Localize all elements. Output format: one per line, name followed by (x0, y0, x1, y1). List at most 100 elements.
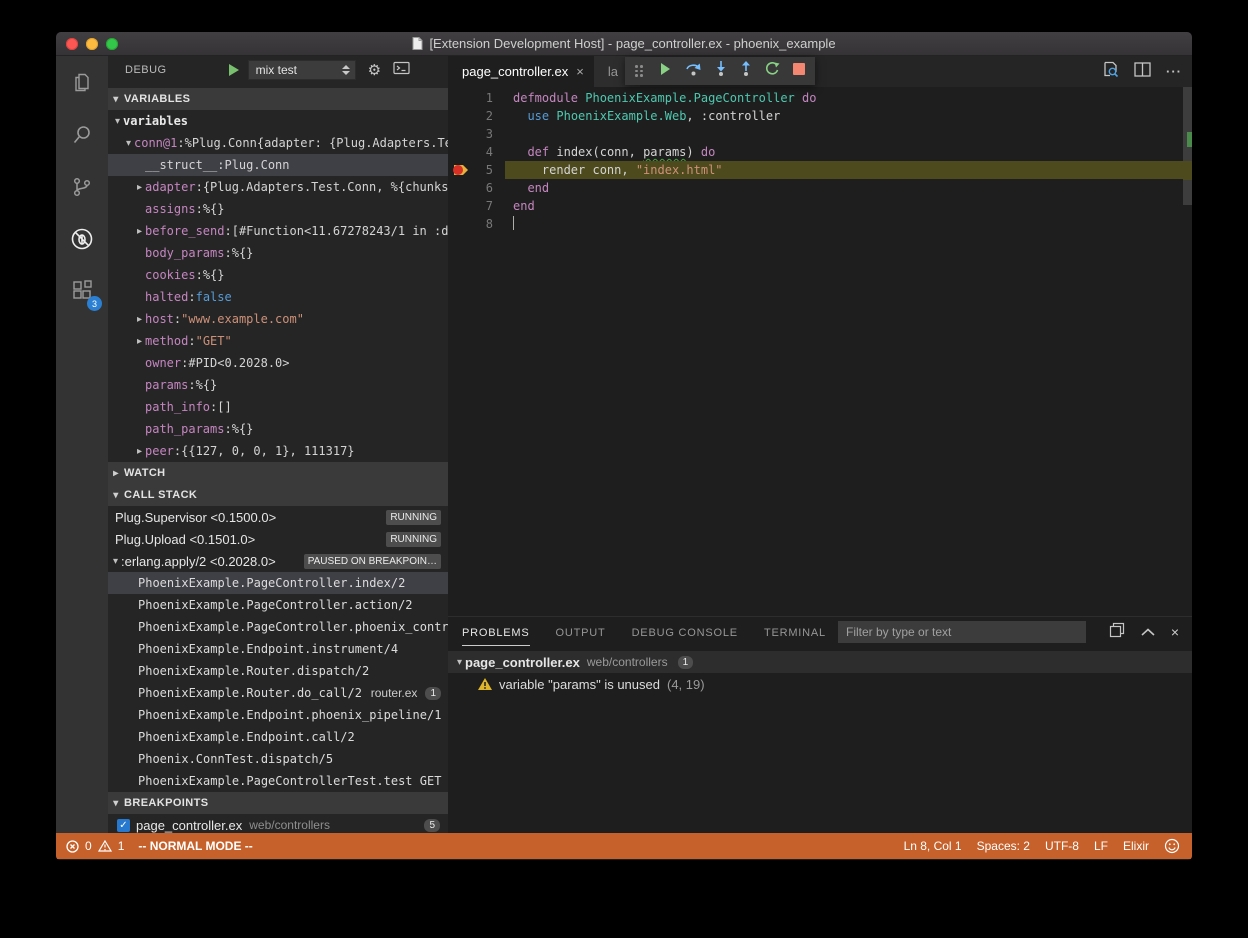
line-gutter[interactable]: 2 (448, 107, 505, 125)
breakpoints-section-header[interactable]: ▾ BREAKPOINTS (108, 792, 448, 814)
variable-row[interactable]: cookies: %{} (108, 264, 448, 286)
line-gutter[interactable]: 6 (448, 179, 505, 197)
variable-row[interactable]: ▸before_send: [#Function<11.67278243/1 i… (108, 220, 448, 242)
step-over-button[interactable] (685, 61, 702, 81)
start-debug-button[interactable] (229, 64, 239, 76)
tab-terminal[interactable]: TERMINAL (764, 619, 826, 645)
encoding[interactable]: UTF-8 (1045, 839, 1079, 853)
drag-handle[interactable] (635, 65, 643, 77)
chevron-down-icon[interactable]: ▾ (123, 138, 134, 149)
split-editor-icon[interactable] (1134, 62, 1151, 82)
close-button[interactable] (66, 38, 78, 50)
callstack-frame-row[interactable]: PhoenixExample.Endpoint.instrument/4 (108, 638, 448, 660)
problem-row[interactable]: variable "params" is unused(4, 19) (448, 673, 1192, 695)
code-line[interactable]: 7end (448, 197, 1192, 215)
cursor-position[interactable]: Ln 8, Col 1 (904, 839, 962, 853)
variable-row[interactable]: path_info: [] (108, 396, 448, 418)
step-out-button[interactable] (740, 61, 752, 81)
restart-button[interactable] (765, 61, 780, 81)
tab-page-controller[interactable]: page_controller.ex × (448, 56, 594, 87)
breakpoint-row[interactable]: ✓page_controller.exweb/controllers5 (108, 814, 448, 833)
callstack-frame-row[interactable]: PhoenixExample.Router.do_call/2router.ex… (108, 682, 448, 704)
problems-file-group[interactable]: ▾ page_controller.ex web/controllers 1 (448, 651, 1192, 673)
callstack-frame-row[interactable]: PhoenixExample.PageController.phoenix_co… (108, 616, 448, 638)
minimize-button[interactable] (86, 38, 98, 50)
chevron-down-icon[interactable]: ▾ (112, 116, 123, 127)
variable-row[interactable]: params: %{} (108, 374, 448, 396)
variable-row[interactable]: ▸method: "GET" (108, 330, 448, 352)
chevron-right-icon[interactable]: ▸ (134, 336, 145, 347)
zoom-button[interactable] (106, 38, 118, 50)
code-line[interactable]: 8 (448, 215, 1192, 233)
callstack-thread-row[interactable]: Plug.Supervisor <0.1500.0>RUNNING (108, 506, 448, 528)
callstack-thread-row[interactable]: Plug.Upload <0.1501.0>RUNNING (108, 528, 448, 550)
open-preview-icon[interactable] (1101, 60, 1119, 83)
code-line[interactable]: 5 render conn, "index.html" (448, 161, 1192, 179)
close-icon[interactable]: × (576, 64, 584, 79)
variable-row[interactable]: assigns: %{} (108, 198, 448, 220)
callstack-thread-row[interactable]: ▾:erlang.apply/2 <0.2028.0>PAUSED ON BRE… (108, 550, 448, 572)
callstack-frame-row[interactable]: PhoenixExample.PageController.index/2 (108, 572, 448, 594)
debug-icon[interactable] (66, 224, 98, 254)
scope-row[interactable]: ▾variables (108, 110, 448, 132)
chevron-down-icon[interactable]: ▾ (110, 556, 121, 567)
callstack-frame-row[interactable]: PhoenixExample.Router.dispatch/2 (108, 660, 448, 682)
breakpoint-checkbox[interactable]: ✓ (117, 819, 130, 832)
variable-row[interactable]: body_params: %{} (108, 242, 448, 264)
step-into-button[interactable] (715, 61, 727, 81)
overview-ruler[interactable] (1183, 87, 1192, 616)
chevron-up-icon[interactable] (1141, 623, 1155, 641)
feedback-smiley-icon[interactable] (1164, 838, 1180, 854)
callstack-frame-row[interactable]: PhoenixExample.Endpoint.call/2 (108, 726, 448, 748)
tab-debug-console[interactable]: DEBUG CONSOLE (632, 619, 738, 645)
variable-row[interactable]: ▾conn@1: %Plug.Conn{adapter: {Plug.Adapt… (108, 132, 448, 154)
problems-filter-input[interactable] (838, 621, 1086, 643)
line-gutter[interactable]: 5 (448, 161, 505, 179)
search-icon[interactable] (66, 120, 98, 150)
variable-row[interactable]: owner: #PID<0.2028.0> (108, 352, 448, 374)
line-gutter[interactable]: 8 (448, 215, 505, 233)
variable-row[interactable]: halted: false (108, 286, 448, 308)
source-control-icon[interactable] (66, 172, 98, 202)
variable-row[interactable]: ▸adapter: {Plug.Adapters.Test.Conn, %{ch… (108, 176, 448, 198)
variable-row[interactable]: __struct__: Plug.Conn (108, 154, 448, 176)
tab-problems[interactable]: PROBLEMS (462, 619, 530, 646)
close-panel-icon[interactable]: × (1171, 624, 1179, 640)
titlebar[interactable]: [Extension Development Host] - page_cont… (56, 32, 1192, 56)
variable-row[interactable]: path_params: %{} (108, 418, 448, 440)
more-actions-icon[interactable]: ··· (1166, 64, 1182, 79)
language-mode[interactable]: Elixir (1123, 839, 1149, 853)
problems-status[interactable]: 0 1 (66, 839, 124, 853)
code-line[interactable]: 4 def index(conn, params) do (448, 143, 1192, 161)
indentation[interactable]: Spaces: 2 (977, 839, 1030, 853)
line-gutter[interactable]: 1 (448, 89, 505, 107)
explorer-icon[interactable] (66, 68, 98, 98)
code-line[interactable]: 6 end (448, 179, 1192, 197)
configure-gear-icon[interactable]: ⚙ (368, 63, 381, 78)
debug-console-icon[interactable] (393, 61, 410, 80)
variables-section-header[interactable]: ▾ VARIABLES (108, 88, 448, 110)
code-line[interactable]: 1defmodule PhoenixExample.PageController… (448, 89, 1192, 107)
code-line[interactable]: 2 use PhoenixExample.Web, :controller (448, 107, 1192, 125)
callstack-frame-row[interactable]: PhoenixExample.PageControllerTest.test G… (108, 770, 448, 792)
maximize-panel-icon[interactable] (1109, 622, 1125, 643)
variable-row[interactable]: ▸peer: {{127, 0, 0, 1}, 111317} (108, 440, 448, 462)
watch-section-header[interactable]: ▸ WATCH (108, 462, 448, 484)
extensions-icon[interactable]: 3 (66, 276, 98, 306)
callstack-frame-row[interactable]: PhoenixExample.Endpoint.phoenix_pipeline… (108, 704, 448, 726)
line-gutter[interactable]: 7 (448, 197, 505, 215)
callstack-section-header[interactable]: ▾ CALL STACK (108, 484, 448, 506)
debug-config-select[interactable]: mix test (248, 60, 356, 80)
continue-button[interactable] (658, 62, 672, 81)
chevron-right-icon[interactable]: ▸ (134, 182, 145, 193)
chevron-right-icon[interactable]: ▸ (134, 226, 145, 237)
chevron-right-icon[interactable]: ▸ (134, 314, 145, 325)
line-gutter[interactable]: 4 (448, 143, 505, 161)
variable-row[interactable]: ▸host: "www.example.com" (108, 308, 448, 330)
tab-output[interactable]: OUTPUT (556, 619, 606, 645)
stop-button[interactable] (793, 62, 805, 80)
code-editor[interactable]: 1defmodule PhoenixExample.PageController… (448, 87, 1192, 616)
code-line[interactable]: 3 (448, 125, 1192, 143)
chevron-right-icon[interactable]: ▸ (134, 446, 145, 457)
callstack-frame-row[interactable]: PhoenixExample.PageController.action/2 (108, 594, 448, 616)
